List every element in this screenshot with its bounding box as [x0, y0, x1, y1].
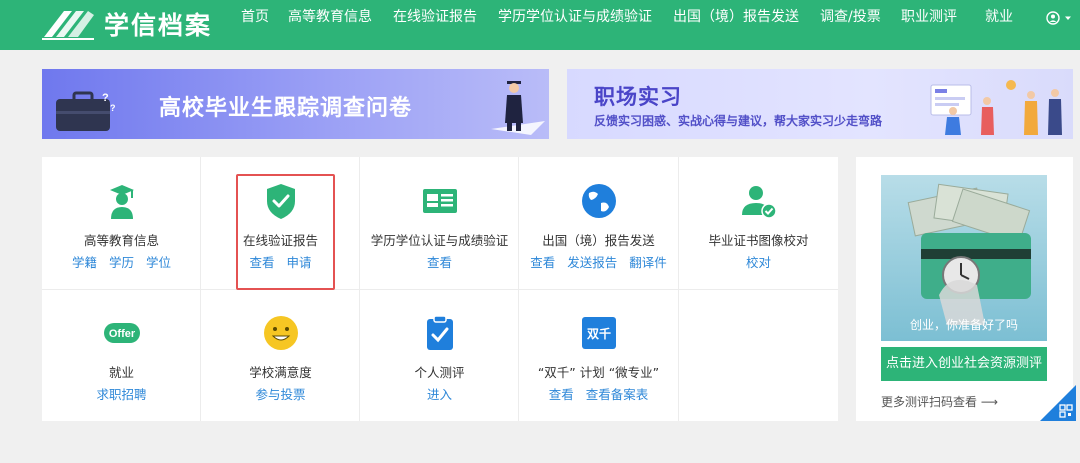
shuangqian-icon: 双千	[581, 317, 616, 349]
link-send-report[interactable]: 发送报告	[567, 255, 617, 270]
globe-icon	[581, 184, 616, 218]
service-employment: Offer 就业 求职招聘	[42, 289, 201, 421]
side-ad-panel: 创业，你准备好了吗 点击进入创业社会资源测评 更多测评扫码查看 ⟶	[856, 157, 1073, 421]
more-assessment-link[interactable]: 更多测评扫码查看 ⟶	[881, 393, 998, 410]
user-menu[interactable]	[1046, 9, 1076, 27]
link-view-filing-form[interactable]: 查看备案表	[586, 387, 649, 402]
svg-text:?: ?	[102, 92, 109, 104]
smiley-icon	[263, 316, 298, 350]
survey-banner[interactable]: ? ? 高校毕业生跟踪调查问卷	[42, 69, 549, 139]
link-vote[interactable]: 参与投票	[255, 387, 305, 402]
service-degree-certification: 学历学位认证与成绩验证 查看	[360, 157, 519, 289]
user-icon	[1046, 11, 1060, 25]
svg-text:双千: 双千	[586, 326, 610, 341]
offer-icon: Offer	[103, 323, 140, 343]
link-proofread[interactable]: 校对	[746, 255, 771, 270]
logo[interactable]: 学信档案	[42, 2, 212, 46]
nav-employment[interactable]: 就业	[985, 0, 1013, 36]
nav-survey-vote[interactable]: 调查/投票	[820, 0, 881, 36]
link-view[interactable]: 查看	[530, 255, 555, 270]
startup-ad-caption: 创业，你准备好了吗	[909, 318, 1018, 332]
link-view[interactable]: 查看	[427, 255, 452, 270]
link-view[interactable]: 查看	[549, 387, 574, 402]
svg-text:?: ?	[110, 103, 116, 113]
service-title: 毕业证书图像校对	[708, 233, 809, 248]
link-enter[interactable]: 进入	[427, 387, 452, 402]
service-title: 学历学位认证与成绩验证	[370, 233, 509, 248]
nav-higher-education[interactable]: 高等教育信息	[288, 0, 372, 36]
service-title: “双千” 计划 “微专业”	[537, 365, 660, 380]
service-higher-education: 高等教育信息 学籍 学历 学位	[42, 157, 201, 289]
graduate-icon	[109, 185, 134, 219]
service-title: 高等教育信息	[83, 233, 159, 248]
nav-home[interactable]: 首页	[241, 0, 269, 36]
service-title: 学校满意度	[249, 365, 312, 380]
id-card-icon	[422, 189, 457, 213]
service-school-satisfaction: 学校满意度 参与投票	[201, 289, 360, 421]
user-check-icon	[741, 186, 777, 219]
nav-career-test[interactable]: 职业测评	[901, 0, 957, 36]
service-title: 出国（境）报告发送	[542, 233, 655, 248]
briefcase-icon: ? ?	[56, 91, 116, 131]
services-panel: 高等教育信息 学籍 学历 学位 在线验证报告 查看 申请 学历学位认证与成绩验证 查看	[42, 157, 838, 421]
svg-text:Offer: Offer	[108, 328, 135, 340]
internship-banner-title: 职场实习	[594, 85, 682, 109]
caret-down-icon	[1065, 16, 1071, 20]
nav-degree-certification[interactable]: 学历学位认证与成绩验证	[498, 0, 652, 36]
qr-code-icon[interactable]	[1040, 385, 1076, 421]
link-degree[interactable]: 学位	[146, 255, 171, 270]
link-academic-record[interactable]: 学历	[109, 255, 134, 270]
clipboard-check-icon	[426, 315, 453, 350]
graduate-figure-illustration	[491, 81, 545, 135]
service-shuangqian-plan: 双千 “双千” 计划 “微专业” 查看 查看备案表	[519, 289, 678, 421]
people-illustration	[930, 80, 1062, 135]
nav-online-verification[interactable]: 在线验证报告	[393, 0, 477, 36]
survey-banner-title: 高校毕业生跟踪调查问卷	[159, 96, 413, 121]
book-logo-icon	[42, 11, 94, 40]
top-nav-bar: 学信档案 首页 高等教育信息 在线验证报告 学历学位认证与成绩验证 出国（境）报…	[0, 0, 1080, 50]
link-job-search[interactable]: 求职招聘	[96, 387, 146, 402]
link-enrollment[interactable]: 学籍	[72, 255, 97, 270]
startup-ad-image[interactable]: 创业，你准备好了吗	[881, 175, 1047, 341]
service-overseas-report: 出国（境）报告发送 查看 发送报告 翻译件	[519, 157, 678, 289]
internship-banner[interactable]: 职场实习 反馈实习困惑、实战心得与建议，帮大家实习少走弯路	[567, 69, 1073, 139]
service-certificate-image-check: 毕业证书图像校对 校对	[679, 157, 838, 289]
service-title: 就业	[108, 365, 134, 380]
nav-overseas-report[interactable]: 出国（境）报告发送	[673, 0, 799, 36]
startup-assessment-button[interactable]: 点击进入创业社会资源测评	[881, 347, 1047, 381]
logo-text: 学信档案	[104, 11, 213, 40]
highlight-box	[236, 174, 335, 290]
service-personal-assessment: 个人测评 进入	[360, 289, 519, 421]
service-title: 个人测评	[414, 365, 465, 380]
link-translation[interactable]: 翻译件	[629, 255, 667, 270]
internship-banner-subtitle: 反馈实习困惑、实战心得与建议，帮大家实习少走弯路	[594, 114, 883, 128]
